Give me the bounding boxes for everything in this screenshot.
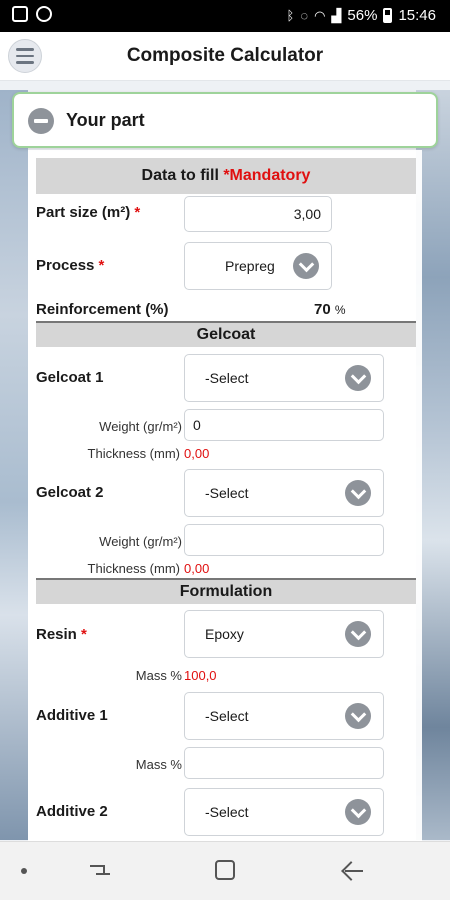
data-to-fill-band: Data to fill *Mandatory [36,158,416,194]
chevron-down-icon[interactable] [345,365,371,391]
gelcoat2-weight-label: Weight (gr/m²) [99,534,182,549]
bluetooth-icon: ᛒ [286,8,295,23]
gallery-icon [12,6,28,22]
home-icon[interactable] [215,860,235,880]
additive1-mass-label: Mass % [135,757,182,772]
gelcoat2-weight-input[interactable] [184,524,384,556]
resin-mass-value: 100,0 [184,668,217,683]
recent-apps-icon[interactable] [90,861,110,879]
process-select[interactable]: Prepreg [184,242,332,290]
formulation-band: Formulation [36,578,416,604]
gelcoat1-weight-input[interactable]: 0 [184,409,384,441]
sync-icon [36,6,52,22]
additive1-select[interactable]: -Select [184,692,384,740]
resin-mass-label: Mass % [135,668,182,683]
wifi-icon: ◠ [314,7,326,23]
battery-icon [383,8,393,23]
section-header-your-part[interactable]: Your part [12,92,438,148]
gelcoat1-label: Gelcoat 1 [36,369,104,386]
chevron-down-icon[interactable] [345,480,371,506]
reinforcement-value: 70 % [314,301,346,318]
part-size-input[interactable]: 3,00 [184,196,332,232]
gelcoat2-thickness-value: 0,00 [184,561,210,576]
app-header: Composite Calculator [0,32,450,81]
gelcoat1-select[interactable]: -Select [184,354,384,402]
reinforcement-label: Reinforcement (%) [36,301,169,318]
gelcoat1-weight-label: Weight (gr/m²) [99,419,182,434]
back-icon[interactable] [342,860,364,882]
gelcoat1-thickness-label: Thickness (mm) [87,446,180,461]
resin-select[interactable]: Epoxy [184,610,384,658]
resin-label: Resin * [36,626,87,643]
gelcoat2-thickness-label: Thickness (mm) [87,561,180,576]
chevron-down-icon[interactable] [293,253,319,279]
additive2-select[interactable]: -Select [184,788,384,836]
page-title: Composite Calculator [126,45,324,66]
part-size-label: Part size (m²) * [36,204,141,221]
mandatory-note: *Mandatory [223,167,311,184]
gelcoat2-select[interactable]: -Select [184,469,384,517]
minus-circle-icon[interactable] [28,108,54,134]
nav-dot-icon[interactable] [21,868,27,874]
process-label: Process * [36,257,105,274]
chevron-down-icon[interactable] [345,703,371,729]
gelcoat1-thickness-value: 0,00 [184,446,210,461]
chevron-down-icon[interactable] [345,799,371,825]
section-title: Your part [66,110,145,130]
clock: 15:46 [398,7,436,24]
gelcoat2-label: Gelcoat 2 [36,484,104,501]
additive2-label: Additive 2 [36,803,108,820]
additive1-label: Additive 1 [36,707,108,724]
mute-icon: ◌ [300,8,309,23]
battery-percent: 56% [347,7,378,24]
signal-icon: ▟ [331,7,342,23]
status-bar: ᛒ ◌ ◠ ▟ 56% 15:46 [0,0,450,32]
additive1-mass-input[interactable] [184,747,384,779]
system-nav-bar [0,841,450,900]
form-panel: Data to fill *Mandatory Part size (m²) *… [28,150,422,842]
gelcoat-band: Gelcoat [36,321,416,347]
background-left [0,90,28,840]
chevron-down-icon[interactable] [345,621,371,647]
